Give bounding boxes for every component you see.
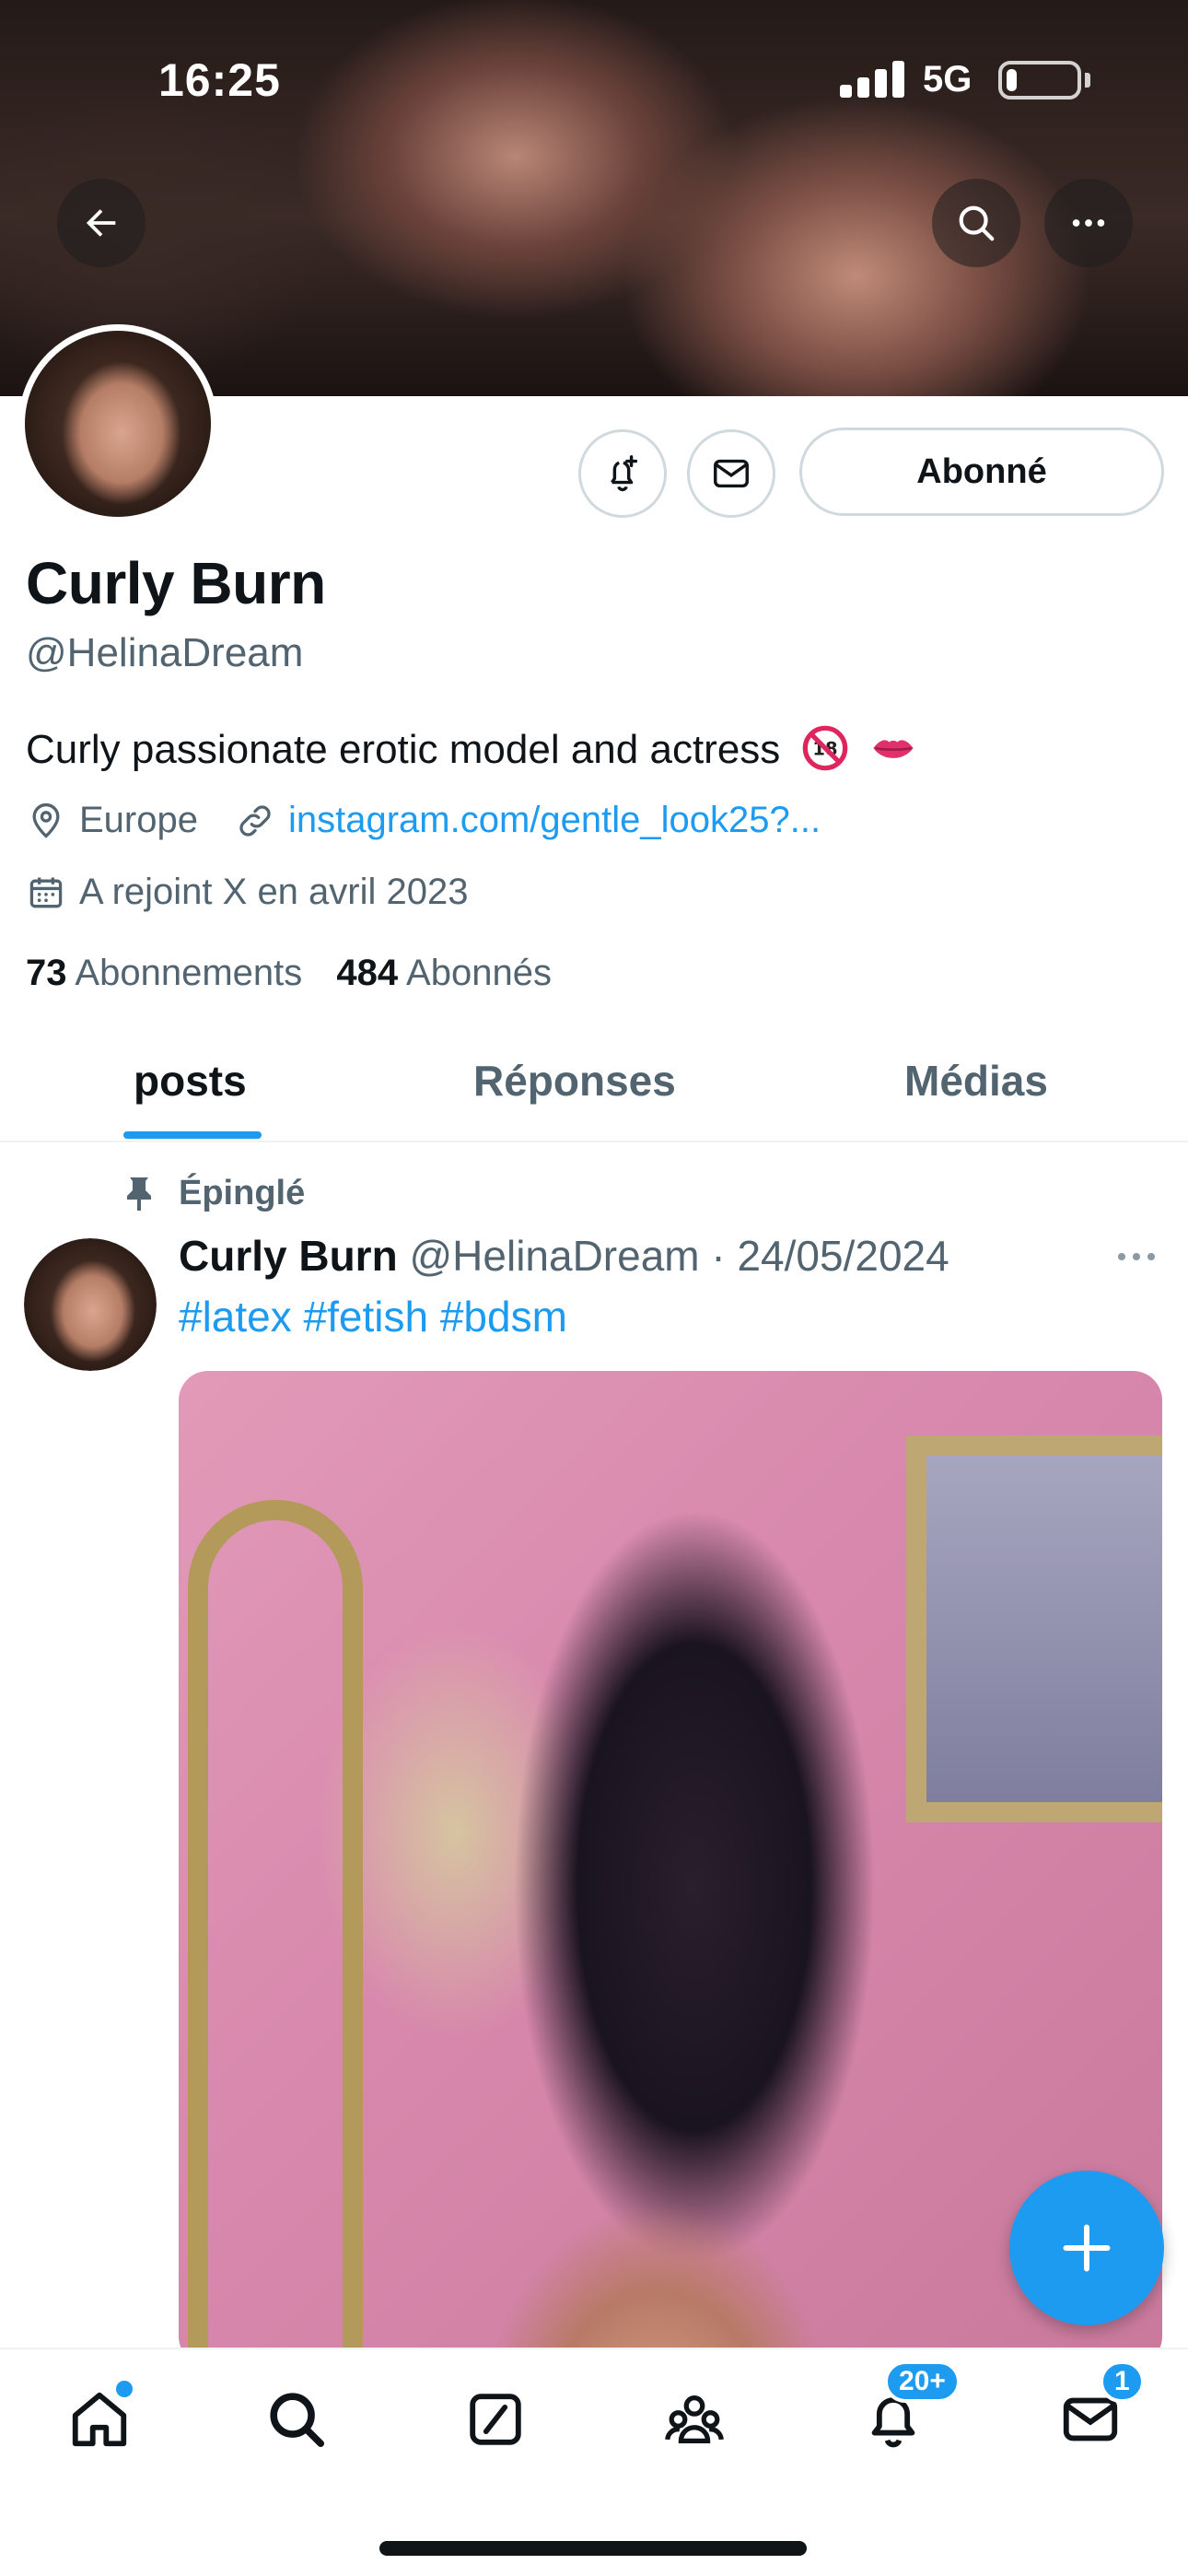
search-icon [270,2393,325,2448]
profile-website-link[interactable]: instagram.com/gentle_look25?... [288,800,821,841]
status-time: 16:25 [158,54,281,106]
envelope-icon [714,459,749,488]
link-icon [239,804,271,837]
message-button[interactable] [687,429,775,518]
no-under-18-emoji: 18 [802,725,847,771]
more-horizontal-icon [1072,219,1105,227]
followers-link[interactable]: 484 Abonnés [336,953,552,993]
avatar-image [25,331,211,517]
nav-messages[interactable]: 1 [1054,2360,1145,2456]
bio-text: Curly passionate erotic model and actres… [26,727,781,772]
more-options-button[interactable] [1044,179,1133,267]
nav-grok[interactable] [459,2383,532,2456]
bell-plus-icon [611,455,638,492]
signal-strength-icon [840,61,906,98]
home-indicator [379,2541,807,2556]
profile-joined-row: A rejoint X en avril 2023 [26,872,468,913]
home-unread-dot [116,2381,133,2397]
post-author-avatar[interactable] [24,1238,157,1371]
plus-icon [1063,2224,1111,2272]
profile-joined-date: A rejoint X en avril 2023 [79,872,469,912]
calendar-icon [29,877,63,907]
tab-media[interactable]: Médias [904,1056,1048,1106]
followers-count: 484 [336,953,399,993]
notifications-badge: 20+ [884,2360,961,2403]
active-tab-indicator [123,1131,262,1139]
nav-communities[interactable] [658,2383,731,2456]
back-button[interactable] [57,179,146,267]
following-link[interactable]: 73 Abonnements [26,953,302,993]
profile-meta-row: Europe instagram.com/gentle_look25?... [26,800,821,841]
communities-icon [665,2395,724,2443]
lips-emoji [873,740,914,758]
mirror-decor [188,1500,363,2366]
profile-screen: 16:25 5G Abonné Curly Burn @HelinaDream … [0,0,1188,2576]
status-bar: 16:25 5G [0,0,1188,166]
post-author-name[interactable]: Curly Burn [179,1232,398,1280]
battery-cap [1085,73,1090,88]
search-button[interactable] [932,179,1020,267]
network-type: 5G [923,59,973,100]
nav-home[interactable] [63,2381,136,2456]
notifications-subscribe-button[interactable] [578,429,667,518]
avatar-image [24,1238,157,1371]
profile-location: Europe [79,800,198,840]
profile-display-name: Curly Burn [26,550,326,616]
pinned-label: Épinglé [179,1174,306,1212]
following-label: Abonnements [75,953,303,993]
battery-level [1007,69,1017,91]
profile-handle: @HelinaDream [26,630,304,675]
profile-stats: 73 Abonnements 484 Abonnés [26,953,552,994]
pinned-indicator: Épinglé [123,1174,305,1213]
battery-icon [998,61,1081,100]
compose-icon [470,2394,521,2445]
following-count: 73 [26,953,67,993]
search-icon [959,205,995,241]
pin-icon [127,1177,151,1211]
profile-bio: Curly passionate erotic model and actres… [26,724,917,773]
messages-badge: 1 [1100,2360,1145,2403]
followers-label: Abonnés [406,953,552,993]
compose-fab-button[interactable] [1009,2171,1164,2325]
post-more-icon[interactable] [1114,1246,1159,1268]
profile-avatar[interactable] [18,324,217,523]
following-button[interactable]: Abonné [799,427,1164,516]
tab-replies[interactable]: Réponses [473,1056,676,1106]
nav-search[interactable] [260,2383,333,2456]
post-header: Curly Burn @HelinaDream · 24/05/2024 [179,1231,949,1281]
profile-tabs: posts Réponses Médias [0,1039,1188,1142]
tab-posts[interactable]: posts [134,1056,247,1106]
post-hashtags[interactable]: #latex #fetish #bdsm [179,1292,567,1341]
location-pin-icon [32,802,60,838]
arrow-left-icon [86,209,116,237]
painting-decor [906,1435,1162,1822]
nav-notifications[interactable]: 20+ [856,2360,961,2456]
post-author-meta: @HelinaDream · 24/05/2024 [409,1232,949,1280]
